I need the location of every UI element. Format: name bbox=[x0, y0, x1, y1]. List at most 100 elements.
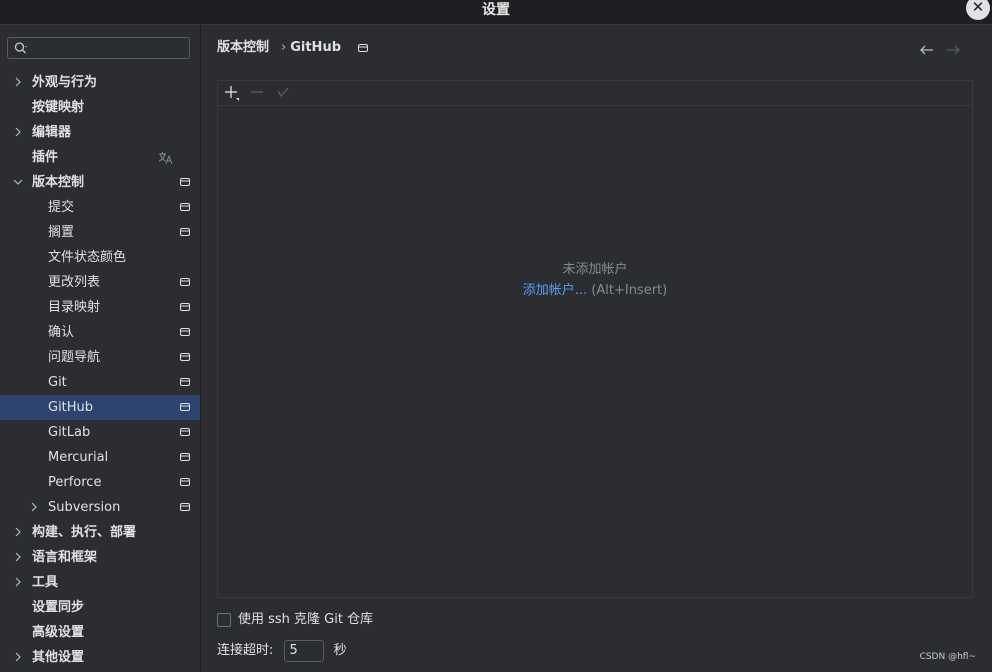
sidebar-item[interactable]: 语言和框架 bbox=[0, 545, 200, 570]
translate-icon bbox=[158, 152, 173, 165]
sidebar-item[interactable]: 问题导航 bbox=[0, 345, 200, 370]
project-scope-icon bbox=[180, 428, 190, 436]
settings-sidebar: 外观与行为按键映射编辑器插件版本控制提交搁置文件状态颜色 更改列表目录映射确认问题… bbox=[0, 24, 200, 672]
sidebar-item-label: Mercurial bbox=[48, 450, 109, 465]
project-scope-icon bbox=[180, 478, 190, 486]
sidebar-item-label: GitLab bbox=[48, 425, 91, 440]
chevron-right-icon[interactable] bbox=[12, 76, 24, 88]
project-scope-icon bbox=[180, 178, 190, 186]
chevron-right-icon[interactable] bbox=[12, 526, 24, 538]
breadcrumb-separator: › bbox=[281, 40, 287, 55]
check-icon[interactable] bbox=[275, 85, 291, 101]
sidebar-item-label: Git bbox=[48, 375, 67, 390]
window-title-bar: 设置 ✕ bbox=[0, 0, 992, 24]
project-scope-icon bbox=[180, 303, 190, 311]
sidebar-item-label: 语言和框架 bbox=[32, 550, 98, 565]
sidebar-item-label: 工具 bbox=[32, 575, 59, 590]
accounts-panel: 未添加帐户 添加帐户... (Alt+Insert) bbox=[217, 80, 973, 598]
sidebar-item-label: 确认 bbox=[48, 325, 75, 340]
chevron-down-icon[interactable] bbox=[12, 176, 24, 188]
sidebar-item[interactable]: Git bbox=[0, 370, 200, 395]
ssh-clone-option[interactable]: 使用 ssh 克隆 Git 仓库 bbox=[217, 611, 373, 629]
sidebar-item[interactable]: 工具 bbox=[0, 570, 200, 595]
sidebar-item-label: 外观与行为 bbox=[32, 75, 98, 90]
sidebar-item[interactable]: 更改列表 bbox=[0, 270, 200, 295]
sidebar-item-label: 设置同步 bbox=[32, 600, 85, 615]
sidebar-item-label: 搁置 bbox=[48, 225, 75, 240]
sidebar-item[interactable]: 版本控制 bbox=[0, 170, 200, 195]
project-scope-icon bbox=[180, 403, 190, 411]
sidebar-item[interactable]: GitHub bbox=[0, 395, 200, 420]
sidebar-item-label: 高级设置 bbox=[32, 625, 85, 640]
search-icon bbox=[14, 42, 27, 54]
remove-icon[interactable] bbox=[249, 85, 265, 101]
search-input[interactable] bbox=[7, 37, 190, 59]
settings-content: 版本控制 › GitHub 未添加帐户 添加帐户... (Alt+Insert)… bbox=[201, 24, 992, 672]
sidebar-item-label: Perforce bbox=[48, 475, 102, 490]
project-scope-icon bbox=[357, 43, 368, 52]
sidebar-item-label: 更改列表 bbox=[48, 275, 101, 290]
sidebar-item-label: 构建、执行、部署 bbox=[32, 525, 137, 540]
project-scope-icon bbox=[180, 378, 190, 386]
project-scope-icon bbox=[180, 503, 190, 511]
window-title: 设置 bbox=[482, 2, 510, 18]
back-arrow-icon[interactable] bbox=[919, 43, 935, 57]
project-scope-icon bbox=[180, 228, 190, 236]
watermark-text: CSDN @hfl~ bbox=[919, 652, 976, 662]
sidebar-item-label: 版本控制 bbox=[32, 175, 85, 190]
sidebar-item-label: 提交 bbox=[48, 200, 75, 215]
sidebar-item[interactable]: 其他设置 bbox=[0, 645, 200, 670]
sidebar-item[interactable]: Subversion bbox=[0, 495, 200, 520]
close-button[interactable]: ✕ bbox=[966, 0, 990, 20]
project-scope-icon bbox=[180, 453, 190, 461]
sidebar-item-label: Subversion bbox=[48, 500, 121, 515]
sidebar-item-label: 插件 bbox=[32, 150, 59, 165]
add-account-row: 添加帐户... (Alt+Insert) bbox=[218, 279, 972, 298]
project-scope-icon bbox=[180, 353, 190, 361]
sidebar-item[interactable]: 文件状态颜色 bbox=[0, 245, 200, 270]
sidebar-item[interactable]: 提交 bbox=[0, 195, 200, 220]
accounts-toolbar bbox=[218, 81, 972, 106]
sidebar-item[interactable]: 外观与行为 bbox=[0, 70, 200, 95]
sidebar-item-label: 按键映射 bbox=[32, 100, 85, 115]
sidebar-item[interactable]: 构建、执行、部署 bbox=[0, 520, 200, 545]
sidebar-item[interactable]: 高级设置 bbox=[0, 620, 200, 645]
breadcrumb: 版本控制 › GitHub bbox=[217, 39, 368, 57]
sidebar-item[interactable]: GitLab bbox=[0, 420, 200, 445]
sidebar-item[interactable]: 设置同步 bbox=[0, 595, 200, 620]
forward-arrow-icon[interactable] bbox=[945, 43, 961, 57]
add-account-link[interactable]: 添加帐户... bbox=[523, 283, 587, 298]
ssh-clone-label: 使用 ssh 克隆 Git 仓库 bbox=[238, 612, 374, 627]
timeout-label: 连接超时: bbox=[217, 643, 274, 658]
close-icon: ✕ bbox=[971, 0, 985, 16]
sidebar-item-label: 问题导航 bbox=[48, 350, 101, 365]
sidebar-item-label: GitHub bbox=[48, 400, 94, 415]
sidebar-item[interactable]: 编辑器 bbox=[0, 120, 200, 145]
sidebar-item[interactable]: 目录映射 bbox=[0, 295, 200, 320]
project-scope-icon bbox=[180, 203, 190, 211]
sidebar-item[interactable]: 插件 bbox=[0, 145, 200, 170]
sidebar-item[interactable]: Perforce bbox=[0, 470, 200, 495]
breadcrumb-parent[interactable]: 版本控制 bbox=[217, 40, 269, 55]
chevron-right-icon[interactable] bbox=[12, 576, 24, 588]
add-icon[interactable] bbox=[224, 85, 240, 101]
empty-accounts-text: 未添加帐户 bbox=[562, 262, 628, 277]
sidebar-item[interactable]: 确认 bbox=[0, 320, 200, 345]
sidebar-item[interactable]: 按键映射 bbox=[0, 95, 200, 120]
sidebar-item-label: 文件状态颜色 bbox=[48, 250, 127, 265]
breadcrumb-current: GitHub bbox=[290, 40, 341, 55]
sidebar-item-label: 编辑器 bbox=[32, 125, 72, 140]
chevron-right-icon[interactable] bbox=[28, 501, 40, 513]
sidebar-item[interactable]: 搁置 bbox=[0, 220, 200, 245]
ssh-clone-checkbox[interactable] bbox=[217, 612, 231, 627]
chevron-right-icon[interactable] bbox=[12, 551, 24, 563]
chevron-right-icon[interactable] bbox=[12, 126, 24, 138]
sidebar-item[interactable]: Mercurial bbox=[0, 445, 200, 470]
connection-timeout-row: 连接超时: 5 秒 bbox=[217, 639, 347, 663]
chevron-right-icon[interactable] bbox=[12, 651, 24, 663]
sidebar-item-label: 目录映射 bbox=[48, 300, 101, 315]
project-scope-icon bbox=[180, 278, 190, 286]
sidebar-item-label: 其他设置 bbox=[32, 650, 85, 665]
add-account-shortcut-hint: (Alt+Insert) bbox=[591, 283, 668, 298]
timeout-input[interactable]: 5 bbox=[283, 639, 324, 662]
